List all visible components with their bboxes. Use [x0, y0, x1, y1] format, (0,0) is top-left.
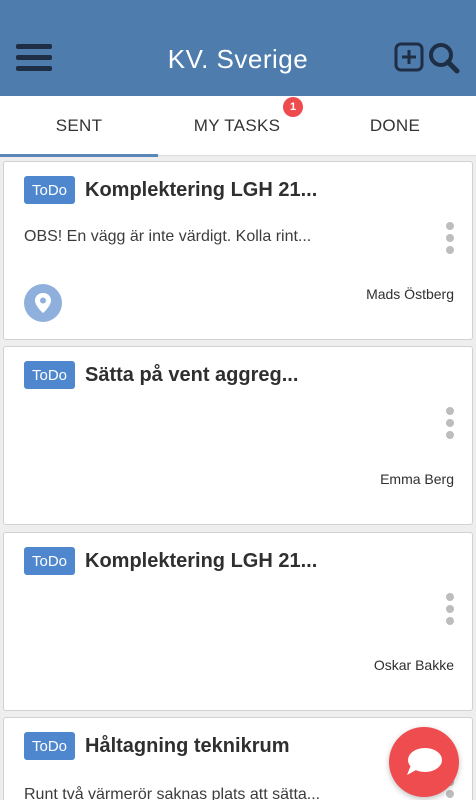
- tab-sent[interactable]: SENT: [0, 96, 158, 157]
- notification-badge: 1: [283, 97, 303, 117]
- task-card[interactable]: ToDo Sätta på vent aggreg... Emma Berg: [3, 346, 473, 525]
- more-options-icon[interactable]: [446, 593, 454, 627]
- tab-done[interactable]: DONE: [316, 96, 474, 156]
- status-badge: ToDo: [24, 547, 76, 575]
- task-description: OBS! En vägg är inte värdigt. Kolla rint…: [24, 228, 312, 245]
- status-badge: ToDo: [24, 732, 76, 760]
- task-card[interactable]: ToDo Komplektering LGH 21... Oskar Bakke: [3, 532, 473, 711]
- assignee-name: Emma Berg: [380, 471, 454, 487]
- task-description: Runt två värmerör saknas plats att sätta…: [24, 786, 321, 800]
- task-card[interactable]: ToDo Komplektering LGH 21... OBS! En väg…: [3, 161, 473, 340]
- app-header: KV. Sverige: [0, 0, 476, 96]
- status-badge: ToDo: [24, 176, 76, 204]
- add-square-icon[interactable]: [394, 42, 424, 72]
- task-title: Håltagning teknikrum: [85, 735, 290, 757]
- chat-bubble-icon: [407, 748, 442, 775]
- task-title: Sätta på vent aggreg...: [85, 364, 299, 386]
- location-pin-icon[interactable]: [24, 284, 62, 322]
- tab-bar: SENT MY TASKS DONE: [0, 96, 476, 157]
- assignee-name: Oskar Bakke: [373, 657, 454, 673]
- more-options-icon[interactable]: [446, 407, 454, 441]
- assignee-name: Mads Östberg: [366, 286, 454, 302]
- more-options-icon[interactable]: [446, 222, 454, 256]
- task-title: Komplektering LGH 21...: [85, 179, 318, 201]
- task-title: Komplektering LGH 21...: [85, 550, 318, 572]
- status-badge: ToDo: [24, 361, 76, 389]
- search-icon[interactable]: [428, 42, 460, 74]
- chat-fab-button[interactable]: [389, 727, 459, 797]
